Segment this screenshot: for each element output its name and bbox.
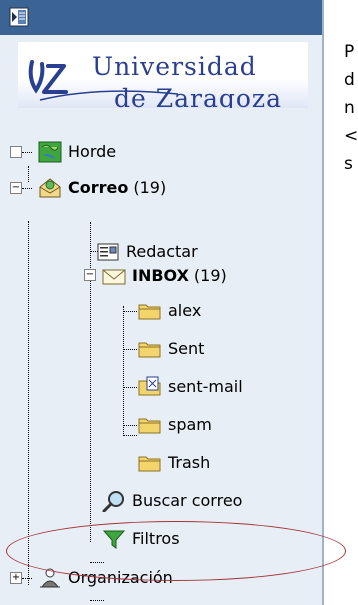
sidebar-folder-trash[interactable]: Trash [138, 448, 210, 478]
sidebar-folder-alex[interactable]: alex [138, 296, 201, 326]
inbox-label: INBOX [132, 266, 189, 285]
horde-expander[interactable] [10, 146, 22, 158]
magnifier-icon [102, 490, 126, 512]
folder-icon [138, 414, 162, 436]
collapse-sidebar-icon[interactable] [8, 6, 30, 28]
folder-label: alex [168, 301, 202, 320]
sidebar-item-correo[interactable]: Correo (19) [38, 173, 166, 203]
folder-icon [138, 338, 162, 360]
content-line: d [344, 70, 355, 90]
envelope-icon [102, 265, 126, 287]
sidebar-folder-spam[interactable]: spam [138, 410, 212, 440]
logo-line1: Universidad [92, 52, 257, 81]
correo-expander[interactable]: − [10, 182, 22, 194]
folder-icon [138, 300, 162, 322]
sidebar-item-inbox[interactable]: INBOX (19) [102, 261, 227, 291]
sidebar-item-horde[interactable]: Horde [38, 137, 116, 167]
folder-label: Trash [168, 453, 211, 472]
logo-line2: de Zaragoza [114, 84, 283, 108]
inbox-expander[interactable]: − [84, 269, 96, 281]
sidebar-item-buscar-correo[interactable]: Buscar correo [102, 486, 242, 516]
content-line: s [344, 154, 353, 174]
sent-mail-folder-icon [138, 376, 162, 398]
highlight-ellipse [6, 521, 346, 581]
folder-label: spam [168, 415, 212, 434]
content-line: n [344, 98, 355, 118]
mail-home-icon [38, 177, 62, 199]
inbox-count: (19) [193, 266, 227, 285]
correo-count: (19) [133, 178, 167, 197]
folder-icon [138, 452, 162, 474]
folder-label: Sent [168, 339, 205, 358]
university-logo[interactable]: Universidad de Zaragoza [18, 42, 308, 108]
content-line: P [344, 42, 355, 62]
correo-label: Correo [68, 178, 129, 197]
sidebar-folder-sent[interactable]: Sent [138, 334, 204, 364]
horde-label: Horde [68, 142, 117, 161]
folder-label: sent-mail [168, 377, 243, 396]
content-text: P d n < s [344, 38, 358, 178]
sidebar-header [0, 0, 322, 35]
content-line: < [344, 126, 358, 146]
horde-map-icon [38, 141, 62, 163]
sidebar-folder-sent-mail[interactable]: sent-mail [138, 372, 243, 402]
sidebar: Universidad de Zaragoza Horde − Correo (… [0, 0, 324, 605]
compose-icon [96, 241, 120, 263]
organizacion-expander[interactable]: + [10, 572, 22, 584]
buscar-label: Buscar correo [132, 491, 243, 510]
